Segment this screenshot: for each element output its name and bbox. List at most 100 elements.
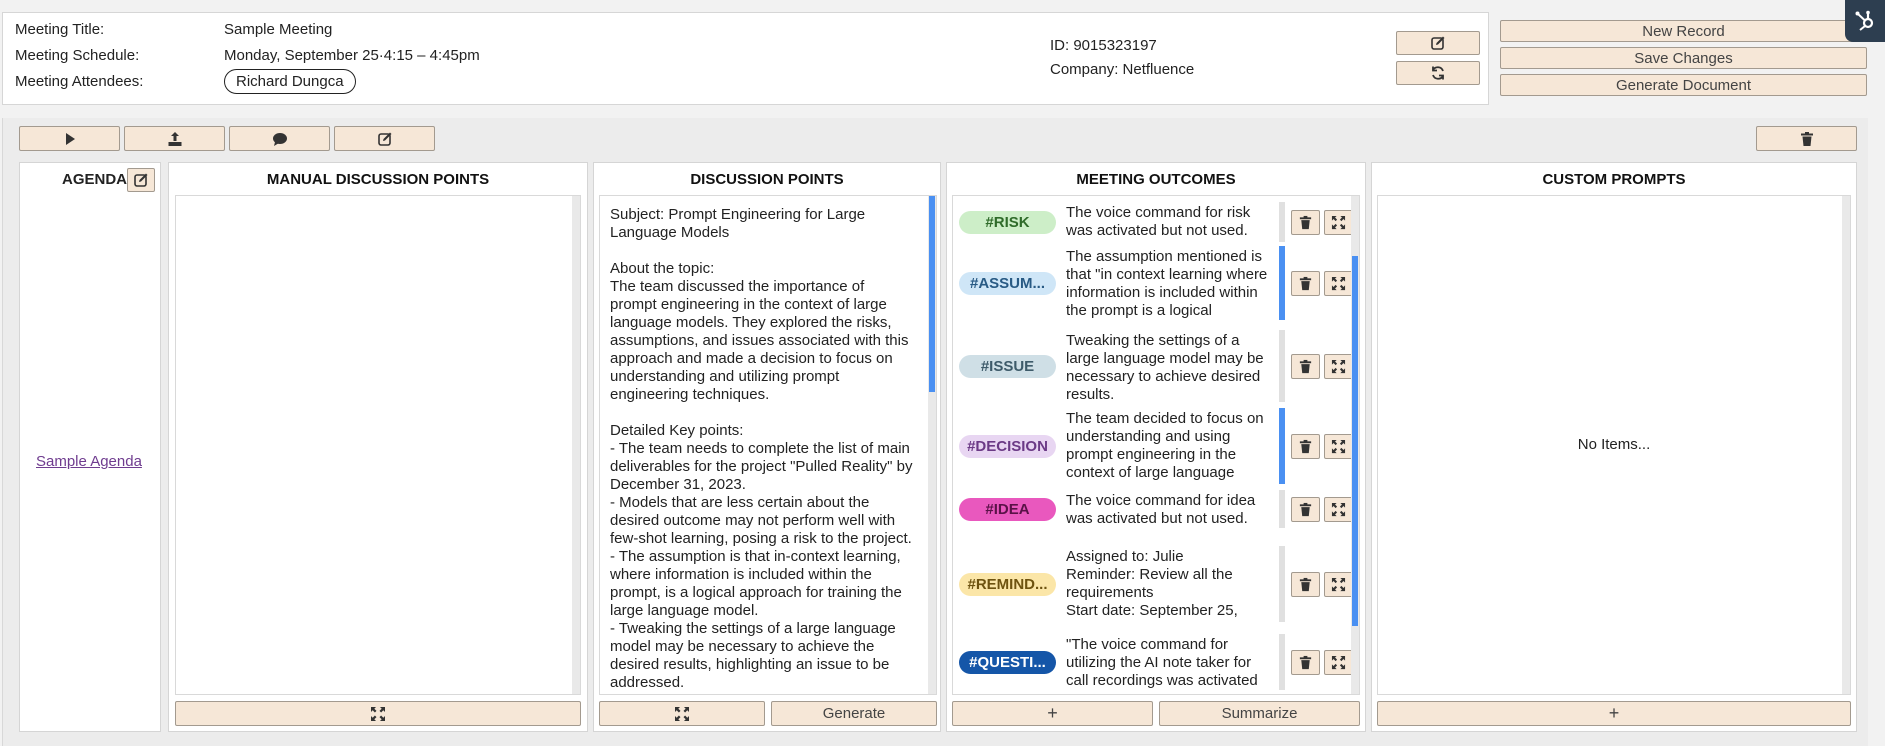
- edit-icon: [134, 173, 148, 187]
- custom-prompts-title: CUSTOM PROMPTS: [1542, 171, 1686, 188]
- delete-outcome-button[interactable]: [1291, 433, 1320, 459]
- agenda-link[interactable]: Sample Agenda: [36, 453, 142, 470]
- expand-outcome-button[interactable]: [1324, 270, 1353, 296]
- outcome-tag[interactable]: #ISSUE: [959, 354, 1056, 378]
- outcome-scroll-bar: [1279, 408, 1285, 484]
- meeting-title-label: Meeting Title:: [15, 21, 105, 38]
- custom-prompts-panel: CUSTOM PROMPTS No Items... +: [1371, 162, 1857, 732]
- edit-meeting-button[interactable]: [1396, 31, 1480, 55]
- scrollbar-thumb[interactable]: [929, 196, 935, 392]
- custom-prompts-list: No Items...: [1377, 195, 1851, 695]
- delete-outcome-button[interactable]: [1291, 649, 1320, 675]
- upload-button[interactable]: [124, 126, 225, 151]
- expand-icon: [1331, 439, 1346, 453]
- meeting-outcomes-list[interactable]: #RISK The voice command for risk was acti…: [952, 195, 1360, 695]
- outcome-text: The assumption mentioned is that "in con…: [1066, 248, 1268, 318]
- outcome-scroll-bar: [1279, 490, 1285, 528]
- meeting-id: ID: 9015323197: [1050, 37, 1157, 54]
- outcome-text: Assigned to: Julie Reminder: Review all …: [1066, 548, 1238, 619]
- expand-icon: [1331, 215, 1346, 229]
- edit-icon: [1431, 36, 1445, 50]
- expand-outcome-button[interactable]: [1324, 571, 1353, 597]
- trash-icon: [1299, 655, 1312, 669]
- meeting-schedule-value: Monday, September 25·4:15 – 4:45pm: [224, 47, 480, 64]
- outcome-scroll-bar: [1279, 202, 1285, 242]
- delete-all-button[interactable]: [1756, 126, 1857, 151]
- refresh-button[interactable]: [1396, 61, 1480, 85]
- expand-icon: [1331, 577, 1346, 591]
- scrollbar[interactable]: [1351, 196, 1359, 694]
- manual-discussion-panel: MANUAL DISCUSSION POINTS: [168, 162, 588, 732]
- scrollbar-thumb[interactable]: [1352, 256, 1358, 626]
- outcome-text: The team decided to focus on understandi…: [1066, 410, 1264, 481]
- outcome-tag[interactable]: #QUESTI...: [959, 650, 1056, 674]
- outcome-item: #ISSUE Tweaking the settings of a large l…: [959, 330, 1277, 402]
- trash-icon: [1299, 359, 1312, 373]
- expand-icon: [371, 706, 385, 721]
- delete-outcome-button[interactable]: [1291, 270, 1320, 296]
- refresh-icon: [1432, 66, 1444, 80]
- expand-icon: [1331, 276, 1346, 290]
- manual-discussion-title: MANUAL DISCUSSION POINTS: [266, 171, 490, 188]
- save-changes-button[interactable]: Save Changes: [1500, 47, 1867, 69]
- outcome-tag[interactable]: #DECISION: [959, 434, 1056, 458]
- trash-icon: [1299, 215, 1312, 229]
- scrollbar[interactable]: [1842, 196, 1850, 694]
- hubspot-logo-icon: [1855, 10, 1874, 31]
- meeting-attendees-label: Meeting Attendees:: [15, 73, 144, 90]
- expand-discussion-button[interactable]: [599, 701, 765, 726]
- expand-outcome-button[interactable]: [1324, 649, 1353, 675]
- add-prompt-button[interactable]: +: [1377, 701, 1851, 726]
- outcome-tag[interactable]: #REMIND...: [959, 572, 1056, 596]
- outcome-tag[interactable]: #IDEA: [959, 497, 1056, 521]
- expand-icon: [675, 706, 689, 721]
- generate-document-button[interactable]: Generate Document: [1500, 74, 1867, 96]
- outcome-scroll-bar: [1279, 546, 1285, 622]
- play-button[interactable]: [19, 126, 120, 151]
- outcome-tag[interactable]: #ASSUM...: [959, 271, 1056, 295]
- manual-discussion-textarea[interactable]: [175, 195, 581, 695]
- discussion-points-body[interactable]: Subject: Prompt Engineering for Large La…: [599, 195, 937, 695]
- comment-button[interactable]: [229, 126, 330, 151]
- summarize-button[interactable]: Summarize: [1159, 701, 1360, 726]
- meeting-company: Company: Netfluence: [1050, 61, 1195, 78]
- discussion-points-text: Subject: Prompt Engineering for Large La…: [610, 206, 913, 691]
- delete-outcome-button[interactable]: [1291, 209, 1320, 235]
- outcome-scroll-bar: [1279, 330, 1285, 402]
- hubspot-icon[interactable]: [1845, 0, 1885, 42]
- outcome-item: #DECISION The team decided to focus on un…: [959, 408, 1277, 484]
- scrollbar[interactable]: [572, 196, 580, 694]
- meeting-schedule-label: Meeting Schedule:: [15, 47, 140, 64]
- outcome-text: "The voice command for utilizing the AI …: [1066, 636, 1258, 688]
- generate-button[interactable]: Generate: [771, 701, 937, 726]
- agenda-panel: AGENDA Sample Agenda: [19, 162, 161, 732]
- schedule-row: Meeting Schedule: Monday, September 25·4…: [15, 47, 480, 64]
- expand-manual-button[interactable]: [175, 701, 581, 726]
- expand-icon: [1331, 655, 1346, 669]
- edit-button[interactable]: [334, 126, 435, 151]
- delete-outcome-button[interactable]: [1291, 496, 1320, 522]
- expand-outcome-button[interactable]: [1324, 433, 1353, 459]
- expand-outcome-button[interactable]: [1324, 353, 1353, 379]
- outcome-tag[interactable]: #RISK: [959, 210, 1056, 234]
- attendee-chip[interactable]: Richard Dungca: [224, 69, 356, 94]
- add-outcome-button[interactable]: +: [952, 701, 1153, 726]
- outcome-text: Tweaking the settings of a large languag…: [1066, 332, 1268, 400]
- outcome-item: #ASSUM... The assumption mentioned is tha…: [959, 246, 1277, 320]
- edit-agenda-button[interactable]: [127, 168, 155, 192]
- main-workspace: AGENDA Sample Agenda MANUAL DISCUSSION P…: [2, 118, 1868, 746]
- expand-icon: [1331, 502, 1346, 516]
- delete-outcome-button[interactable]: [1291, 353, 1320, 379]
- expand-icon: [1331, 359, 1346, 373]
- scrollbar[interactable]: [928, 196, 936, 694]
- new-record-button[interactable]: New Record: [1500, 20, 1867, 42]
- comment-icon: [272, 132, 287, 146]
- expand-outcome-button[interactable]: [1324, 496, 1353, 522]
- upload-icon: [168, 131, 181, 146]
- meeting-title-value: Sample Meeting: [224, 21, 333, 38]
- delete-outcome-button[interactable]: [1291, 571, 1320, 597]
- play-icon: [65, 132, 75, 145]
- outcome-scroll-bar: [1279, 246, 1285, 320]
- expand-outcome-button[interactable]: [1324, 209, 1353, 235]
- outcome-scroll-bar: [1279, 634, 1285, 690]
